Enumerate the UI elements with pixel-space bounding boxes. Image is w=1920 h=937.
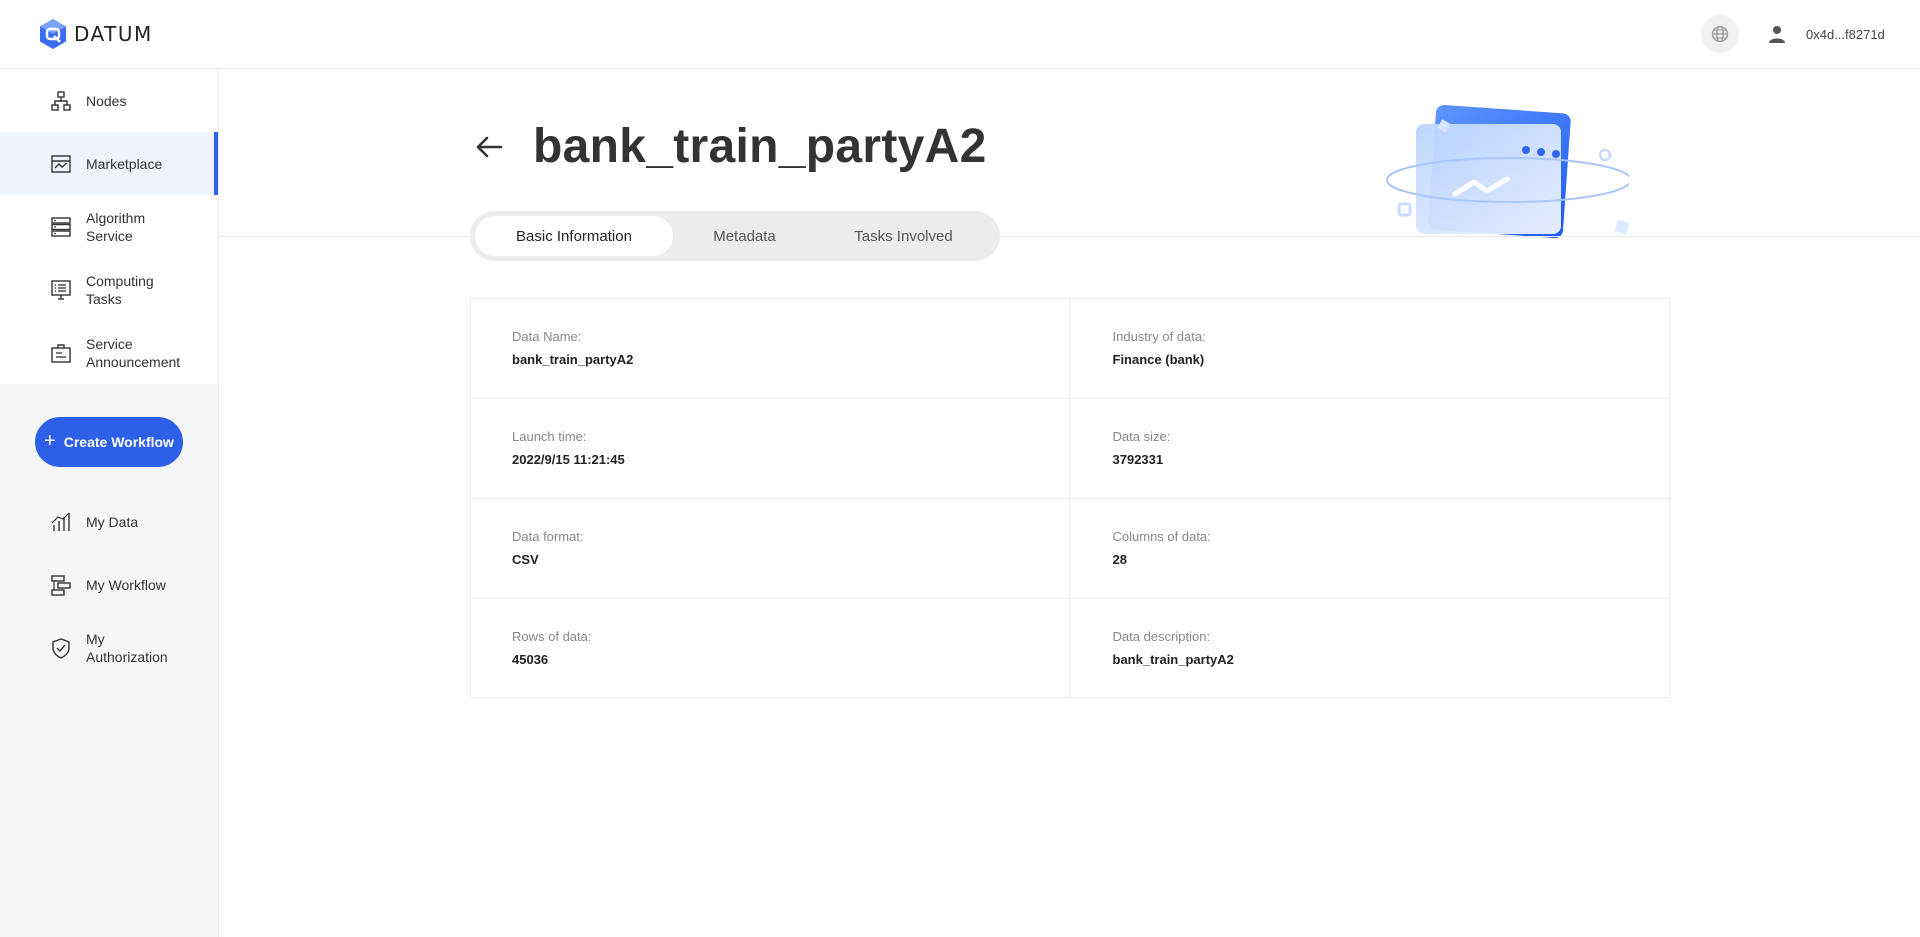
sidebar-item-label: Marketplace <box>86 155 163 172</box>
tab-basic-information[interactable]: Basic Information <box>475 216 673 256</box>
info-value: 2022/9/15 11:21:45 <box>512 452 625 467</box>
marketplace-icon <box>49 152 73 176</box>
logo-text: DATUM <box>74 22 153 46</box>
sidebar-item-algorithm-service[interactable]: Algorithm Service <box>0 195 218 258</box>
datum-logo-icon <box>40 19 66 49</box>
info-key: Launch time: <box>512 429 587 444</box>
info-key: Data format: <box>512 529 584 544</box>
wallet-address[interactable]: 0x4d...f8271d <box>1806 27 1885 42</box>
back-arrow-icon[interactable] <box>473 131 505 163</box>
my-data-icon <box>49 510 73 534</box>
page-title: bank_train_partyA2 <box>533 120 987 173</box>
sidebar-item-my-data[interactable]: My Data <box>0 490 219 553</box>
info-row: Data format: CSV Columns of data: 28 <box>471 499 1669 599</box>
info-value: 28 <box>1112 552 1127 567</box>
user-icon[interactable] <box>1767 24 1787 44</box>
info-value: 3792331 <box>1112 452 1164 467</box>
algorithm-icon <box>49 215 73 239</box>
info-key: Industry of data: <box>1112 329 1206 344</box>
language-button[interactable] <box>1701 15 1739 53</box>
main-content: bank_train_partyA2 Basic Information Met… <box>219 69 1920 937</box>
sidebar-item-nodes[interactable]: Nodes <box>0 69 218 132</box>
info-value: 45036 <box>512 652 549 667</box>
sidebar-item-label: Computing Tasks <box>86 272 154 307</box>
info-key: Rows of data: <box>512 629 592 644</box>
info-row: Data Name: bank_train_partyA2 Industry o… <box>471 299 1669 399</box>
sidebar-item-label: Algorithm Service <box>86 209 146 244</box>
info-row: Rows of data: 45036 Data description: ba… <box>471 599 1669 699</box>
sidebar-item-label: My Authorization <box>86 630 168 665</box>
sidebar-item-marketplace[interactable]: Marketplace <box>0 132 218 195</box>
info-cell-data-format: Data format: CSV <box>471 499 1070 599</box>
sidebar-item-label: Nodes <box>86 92 127 109</box>
info-value: bank_train_partyA2 <box>1112 652 1234 667</box>
sidebar-item-label: My Data <box>86 513 139 530</box>
info-cell-data-name: Data Name: bank_train_partyA2 <box>471 299 1070 399</box>
nodes-icon <box>49 89 73 113</box>
detail-tabs: Basic Information Metadata Tasks Involve… <box>470 211 1000 261</box>
info-cell-data-size: Data size: 3792331 <box>1070 399 1670 499</box>
info-key: Columns of data: <box>1112 529 1211 544</box>
info-cell-rows: Rows of data: 45036 <box>471 599 1070 699</box>
my-workflow-icon <box>49 573 73 597</box>
data-window-illustration <box>1386 105 1629 239</box>
info-value: Finance (bank) <box>1112 352 1205 367</box>
info-key: Data size: <box>1112 429 1171 444</box>
datum-logo[interactable]: DATUM <box>38 18 153 50</box>
sidebar-item-my-workflow[interactable]: My Workflow <box>0 553 219 616</box>
announcement-icon <box>49 341 73 365</box>
globe-icon <box>1711 25 1729 43</box>
info-cell-launch-time: Launch time: 2022/9/15 11:21:45 <box>471 399 1070 499</box>
info-value: bank_train_partyA2 <box>512 352 634 367</box>
sidebar-item-computing-tasks[interactable]: Computing Tasks <box>0 258 218 321</box>
sidebar-item-service-announcement[interactable]: Service Announcement <box>0 321 218 384</box>
sidebar: Nodes Marketplace Algorithm Service Comp… <box>0 69 219 937</box>
info-key: Data Name: <box>512 329 582 344</box>
sidebar-item-label: My Workflow <box>86 576 166 593</box>
sidebar-main-nav: Nodes Marketplace Algorithm Service Comp… <box>0 69 218 384</box>
tab-tasks-involved[interactable]: Tasks Involved <box>816 216 991 256</box>
info-value: CSV <box>512 552 539 567</box>
computing-tasks-icon <box>49 278 73 302</box>
page-title-row: bank_train_partyA2 <box>473 119 987 174</box>
create-workflow-button[interactable]: + Create Workflow <box>35 417 183 467</box>
sidebar-personal-nav: My Data My Workflow My Authorization <box>0 490 219 679</box>
info-cell-industry: Industry of data: Finance (bank) <box>1070 299 1670 399</box>
sidebar-item-my-authorization[interactable]: My Authorization <box>0 616 219 679</box>
basic-info-table: Data Name: bank_train_partyA2 Industry o… <box>470 298 1670 699</box>
info-key: Data description: <box>1112 629 1211 644</box>
sidebar-item-label: Service Announcement <box>86 335 181 370</box>
info-cell-columns: Columns of data: 28 <box>1070 499 1670 599</box>
tab-metadata[interactable]: Metadata <box>673 216 816 256</box>
authorization-icon <box>49 636 73 660</box>
top-header: DATUM 0x4d...f8271d <box>0 0 1920 69</box>
info-cell-description: Data description: bank_train_partyA2 <box>1070 599 1670 699</box>
plus-icon: + <box>44 429 56 452</box>
info-row: Launch time: 2022/9/15 11:21:45 Data siz… <box>471 399 1669 499</box>
create-workflow-label: Create Workflow <box>63 434 174 450</box>
